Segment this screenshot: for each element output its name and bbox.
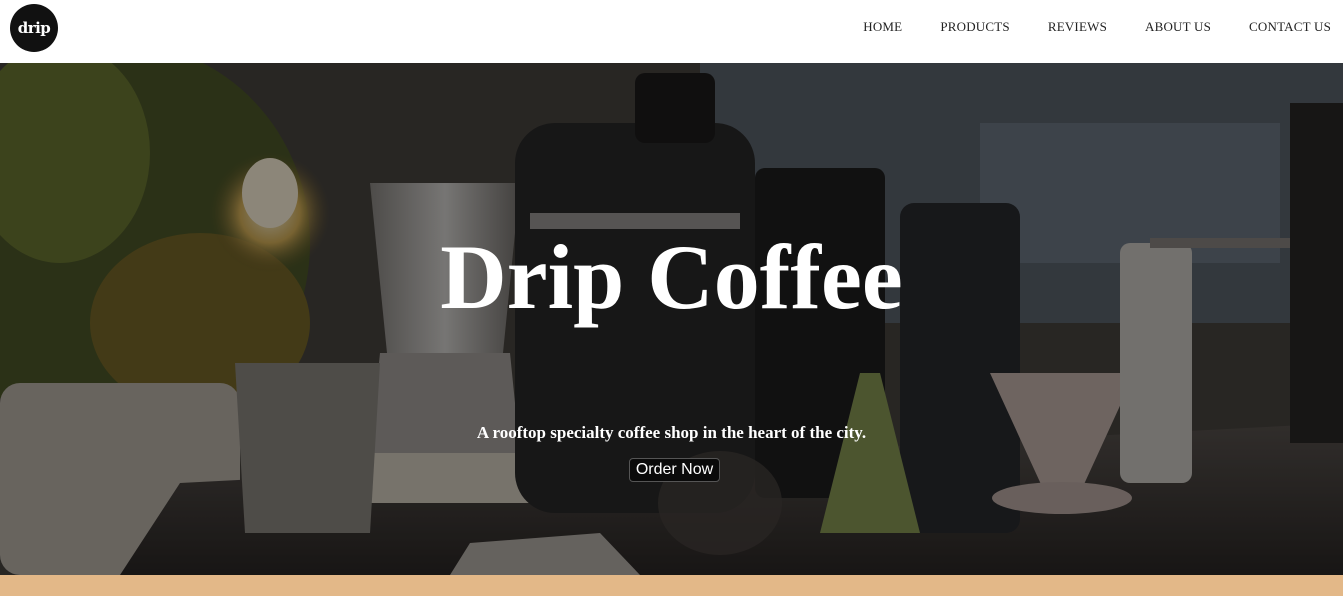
next-section-band [0,575,1343,596]
nav-link-home[interactable]: HOME [863,19,902,35]
hero-subtitle: A rooftop specialty coffee shop in the h… [476,423,867,442]
nav-links: HOME PRODUCTS REVIEWS ABOUT US CONTACT U… [863,19,1331,35]
top-navbar: drip HOME PRODUCTS REVIEWS ABOUT US CONT… [0,0,1343,63]
hero-section: Drip Coffee A rooftop specialty coffee s… [0,63,1343,575]
nav-link-contact-us[interactable]: CONTACT US [1249,19,1331,35]
nav-link-products[interactable]: PRODUCTS [940,19,1010,35]
brand-logo[interactable]: drip [10,4,58,52]
hero-title: Drip Coffee [440,226,903,328]
nav-link-reviews[interactable]: REVIEWS [1048,19,1107,35]
order-now-button[interactable]: Order Now [629,458,720,482]
nav-link-about-us[interactable]: ABOUT US [1145,19,1211,35]
